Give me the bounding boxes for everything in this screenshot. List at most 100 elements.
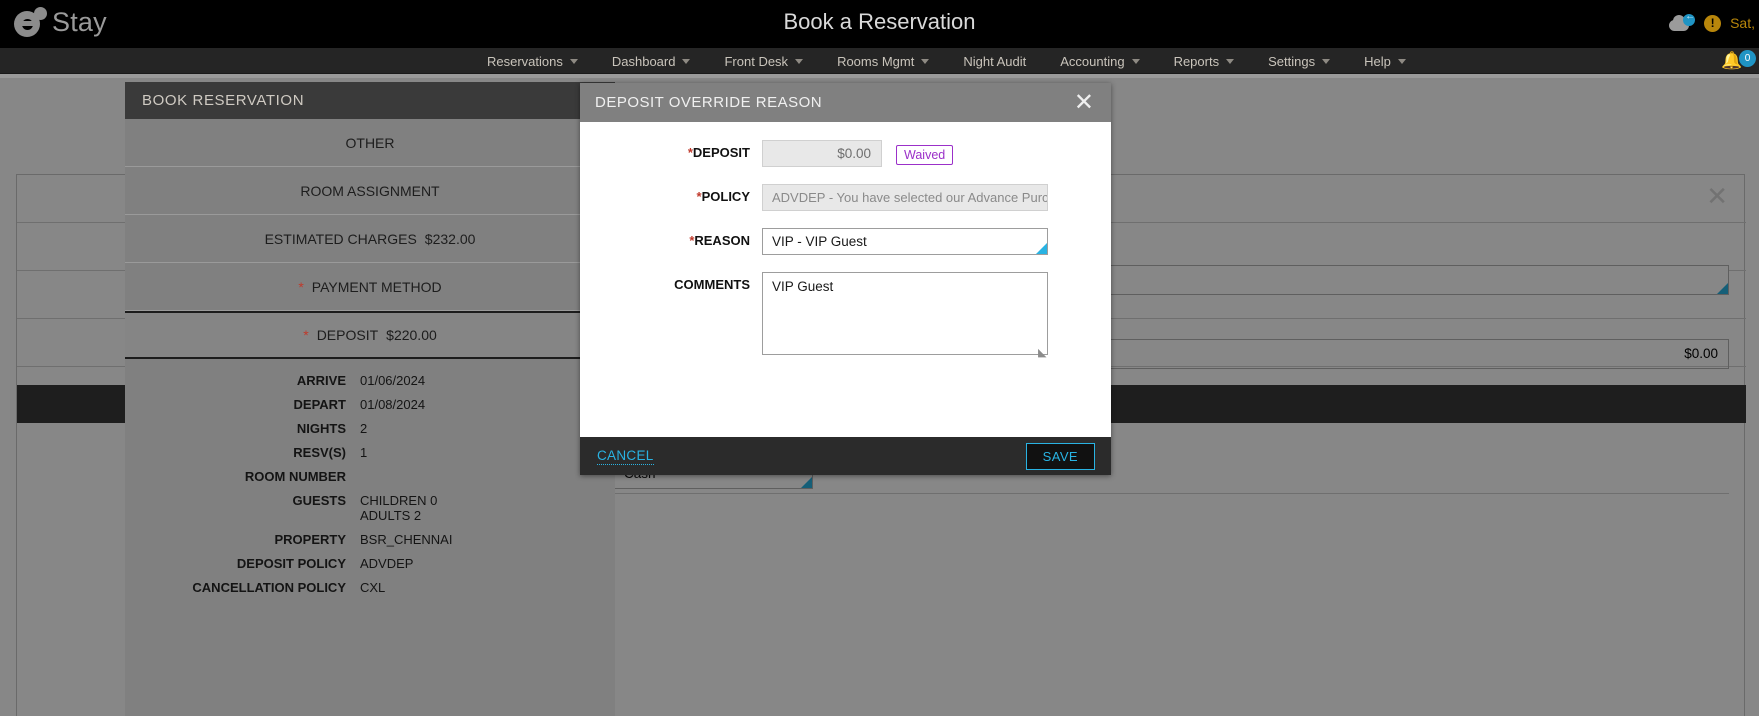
book-panel-row-value: $220.00 xyxy=(386,327,437,343)
detail-value-line1: ADVDEP xyxy=(360,556,414,571)
modal-close-icon[interactable]: ✕ xyxy=(1071,90,1097,115)
detail-value-line1: CXL xyxy=(360,580,386,595)
modal-header: DEPOSIT OVERRIDE REASON ✕ xyxy=(580,83,1111,122)
detail-value-line2: ADULTS 2 xyxy=(360,508,422,523)
dropdown-triangle-icon-3 xyxy=(1036,243,1047,254)
chevron-down-icon xyxy=(1322,58,1331,64)
comments-textarea[interactable] xyxy=(762,272,1048,355)
detail-label: ROOM NUMBER xyxy=(244,469,346,484)
nav-item-label: Rooms Mgmt xyxy=(837,53,915,69)
detail-label: RESV(S) xyxy=(293,445,346,460)
chevron-down-icon xyxy=(1226,58,1235,64)
comments-label: COMMENTS xyxy=(674,277,750,292)
waived-badge: Waived xyxy=(896,145,954,165)
detail-value xyxy=(360,469,615,484)
book-panel-row-label: PAYMENT METHOD xyxy=(311,278,442,295)
detail-value: ADVDEP xyxy=(360,556,615,571)
detail-row: CANCELLATION POLICY CXL xyxy=(125,580,615,595)
modal-title: DEPOSIT OVERRIDE REASON xyxy=(595,94,823,111)
nav-item-night-audit[interactable]: Night Audit xyxy=(946,48,1043,74)
nav-item-rooms-mgmt[interactable]: Rooms Mgmt xyxy=(820,48,946,74)
nav-item-label: Dashboard xyxy=(611,53,676,69)
reason-label: *REASON xyxy=(689,233,750,248)
modal-row-reason: *REASON VIP - VIP Guest xyxy=(580,228,1111,255)
nav-item-label: Help xyxy=(1364,53,1391,69)
detail-value: 01/06/2024 xyxy=(360,373,615,388)
detail-label: ARRIVE xyxy=(296,373,346,388)
nav-item-accounting[interactable]: Accounting xyxy=(1043,48,1156,74)
detail-value: 1 xyxy=(360,445,615,460)
detail-value-line1: 2 xyxy=(360,421,368,436)
alert-icon[interactable]: ! xyxy=(1704,14,1722,32)
nav-item-dashboard[interactable]: Dashboard xyxy=(595,48,708,74)
book-panel-row[interactable]: ESTIMATED CHARGES $232.00 xyxy=(125,215,615,263)
book-panel-row[interactable]: * DEPOSIT $220.00 xyxy=(125,311,615,359)
deposit-field: $0.00 xyxy=(762,140,882,167)
detail-row: ARRIVE 01/06/2024 xyxy=(125,373,615,388)
top-right-status: ! Sat, xyxy=(1669,11,1755,32)
detail-row: PROPERTY BSR_CHENNAI xyxy=(125,532,615,547)
detail-value: CXL xyxy=(360,580,615,595)
chevron-down-icon xyxy=(1397,58,1406,64)
reason-select[interactable]: VIP - VIP Guest xyxy=(762,228,1048,255)
detail-row: NIGHTS 2 xyxy=(125,421,615,436)
detail-value: CHILDREN 0 ADULTS 2 xyxy=(360,493,615,523)
book-panel-row[interactable]: OTHER xyxy=(125,119,615,167)
nav-item-reservations[interactable]: Reservations xyxy=(470,48,595,74)
status-date: Sat, xyxy=(1730,15,1755,31)
app-root: Stay Book a Reservation ! Sat, Reservati… xyxy=(0,0,1759,716)
nav-item-front-desk[interactable]: Front Desk xyxy=(707,48,820,74)
detail-value-line1: CHILDREN 0 xyxy=(360,493,438,508)
nav-item-label: Settings xyxy=(1268,53,1316,69)
notifications[interactable]: 🔔 0 xyxy=(1719,50,1756,74)
book-panel-details: ARRIVE 01/06/2024 DEPART 01/08/2024 NIGHTS 2 R… xyxy=(125,359,615,595)
detail-label: NIGHTS xyxy=(296,421,346,436)
notification-count: 0 xyxy=(1739,50,1756,67)
detail-value: 01/08/2024 xyxy=(360,397,615,412)
book-panel-rows: OTHER ROOM ASSIGNMENT ESTIMATED CHARGES $23… xyxy=(125,119,615,359)
detail-row: DEPART 01/08/2024 xyxy=(125,397,615,412)
nav-item-settings[interactable]: Settings xyxy=(1251,48,1347,74)
nav-item-help[interactable]: Help xyxy=(1347,48,1423,74)
detail-label: CANCELLATION POLICY xyxy=(192,580,346,595)
book-panel-row-label: OTHER xyxy=(345,134,395,151)
chevron-down-icon xyxy=(569,58,578,64)
cloud-sync-icon[interactable] xyxy=(1669,11,1696,32)
cancel-button[interactable]: CANCEL xyxy=(597,448,654,465)
detail-label: PROPERTY xyxy=(274,532,346,547)
modal-body: *DEPOSIT $0.00 Waived *POLICY ADVDEP - Y… xyxy=(580,122,1111,437)
detail-value-line1: 01/08/2024 xyxy=(360,397,426,412)
nav-item-label: Front Desk xyxy=(724,53,789,69)
top-bar: Stay Book a Reservation ! Sat, xyxy=(0,0,1759,48)
reason-value: VIP - VIP Guest xyxy=(772,234,867,249)
save-button[interactable]: SAVE xyxy=(1025,442,1095,470)
book-panel-row-label: ESTIMATED CHARGES xyxy=(264,230,417,247)
main-navigation: Reservations Dashboard Front Desk Rooms Mgm… xyxy=(0,48,1759,74)
book-panel-row[interactable]: * PAYMENT METHOD xyxy=(125,263,615,311)
detail-value-line1: BSR_CHENNAI xyxy=(360,532,453,547)
detail-value: BSR_CHENNAI xyxy=(360,532,615,547)
modal-row-deposit: *DEPOSIT $0.00 Waived xyxy=(580,140,1111,167)
book-panel-row-label: ROOM ASSIGNMENT xyxy=(300,182,440,199)
policy-label: *POLICY xyxy=(696,189,750,204)
nav-item-reports[interactable]: Reports xyxy=(1157,48,1252,74)
detail-label: GUESTS xyxy=(292,493,346,508)
book-panel-row[interactable]: ROOM ASSIGNMENT xyxy=(125,167,615,215)
detail-label: DEPOSIT POLICY xyxy=(236,556,346,571)
modal-row-comments: COMMENTS ◢ xyxy=(580,272,1111,360)
book-reservation-panel: BOOK RESERVATION OTHER ROOM ASSIGNMENT EST… xyxy=(125,82,615,716)
detail-value-line1: 1 xyxy=(360,445,368,460)
deposit-override-modal: DEPOSIT OVERRIDE REASON ✕ *DEPOSIT $0.00… xyxy=(580,83,1111,475)
chevron-down-icon xyxy=(921,58,930,64)
detail-label: DEPART xyxy=(293,397,346,412)
chevron-down-icon xyxy=(795,58,804,64)
nav-item-label: Accounting xyxy=(1060,53,1125,69)
modal-row-policy: *POLICY ADVDEP - You have selected our A… xyxy=(580,184,1111,211)
modal-footer: CANCEL SAVE xyxy=(580,437,1111,475)
page-title: Book a Reservation xyxy=(783,9,976,34)
policy-field: ADVDEP - You have selected our Advance P… xyxy=(762,184,1048,211)
book-panel-title: BOOK RESERVATION xyxy=(125,82,615,119)
detail-row: RESV(S) 1 xyxy=(125,445,615,460)
required-asterisk: * xyxy=(298,278,304,295)
detail-value-line1: 01/06/2024 xyxy=(360,373,426,388)
